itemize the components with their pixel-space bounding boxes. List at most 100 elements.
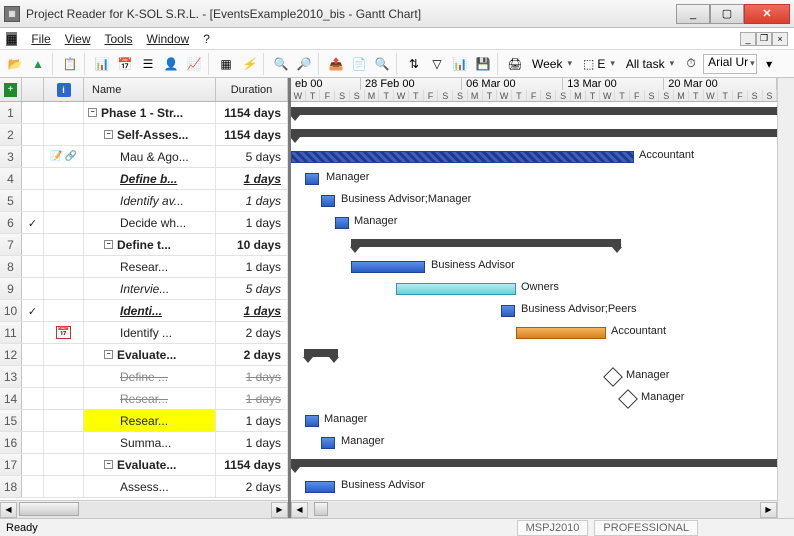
gantt-bar[interactable]	[305, 481, 335, 493]
row-check[interactable]	[22, 146, 44, 167]
task-name[interactable]: Decide wh...	[84, 212, 216, 233]
calendar-view-icon[interactable]: 📅	[114, 53, 136, 75]
task-name[interactable]: Resear...	[84, 388, 216, 409]
row-check[interactable]	[22, 388, 44, 409]
task-name[interactable]: −Define t...	[84, 234, 216, 255]
font-combobox[interactable]: Arial Ur	[703, 54, 757, 74]
gantt-vscroll[interactable]	[777, 78, 794, 518]
task-name[interactable]: −Evaluate...	[84, 344, 216, 365]
row-check[interactable]	[22, 344, 44, 365]
table-row[interactable]: 6Decide wh...1 days	[0, 212, 288, 234]
close-button[interactable]: ✕	[744, 4, 790, 24]
table-row[interactable]: 2−Self-Asses...1154 days	[0, 124, 288, 146]
table-row[interactable]: 8Resear...1 days	[0, 256, 288, 278]
row-check[interactable]	[22, 168, 44, 189]
zoom-out-icon[interactable]: 🔎	[293, 53, 315, 75]
outline-toggle-icon[interactable]: −	[104, 350, 113, 359]
copy-icon[interactable]: 📋	[59, 53, 81, 75]
table-row[interactable]: 1−Phase 1 - Str...1154 days	[0, 102, 288, 124]
gantt-body[interactable]: AccountantManagerBusiness Advisor;Manage…	[291, 102, 777, 500]
outline-toggle-icon[interactable]: −	[104, 130, 113, 139]
tracking-icon[interactable]: ⏱	[680, 53, 702, 75]
gantt-scroll-left-icon[interactable]: ◀	[291, 502, 308, 518]
gantt-bar[interactable]	[305, 415, 319, 427]
row-check[interactable]	[22, 410, 44, 431]
row-check[interactable]	[22, 190, 44, 211]
row-check[interactable]	[22, 300, 44, 321]
menu-tools[interactable]: Tools	[104, 32, 132, 46]
col-indicators[interactable]: i	[44, 78, 84, 101]
task-name[interactable]: −Phase 1 - Str...	[84, 102, 216, 123]
row-check[interactable]	[22, 366, 44, 387]
gantt-chart-icon[interactable]: 📊	[91, 53, 113, 75]
timescale-dropdown[interactable]: Week	[527, 53, 577, 75]
minimize-button[interactable]: _	[676, 4, 710, 24]
gantt-bar[interactable]	[291, 151, 634, 163]
row-check[interactable]	[22, 234, 44, 255]
export-icon[interactable]: 📤	[325, 53, 347, 75]
row-check[interactable]	[22, 454, 44, 475]
table-row[interactable]: 12−Evaluate...2 days	[0, 344, 288, 366]
maximize-button[interactable]: ▢	[710, 4, 744, 24]
open-icon[interactable]: 📂	[4, 53, 26, 75]
task-name[interactable]: Mau & Ago...	[84, 146, 216, 167]
task-name[interactable]: Identi...	[84, 300, 216, 321]
gantt-hscroll[interactable]: ◀ ▶	[291, 500, 777, 518]
task-name[interactable]: Identify ...	[84, 322, 216, 343]
gantt-bar[interactable]	[351, 261, 425, 273]
system-menu-icon[interactable]: ▦	[6, 32, 17, 46]
table-row[interactable]: 7−Define t...10 days	[0, 234, 288, 256]
table-row[interactable]: 18Assess...2 days	[0, 476, 288, 498]
task-name[interactable]: Define b...	[84, 168, 216, 189]
task-name[interactable]: Assess...	[84, 476, 216, 497]
gantt-bar[interactable]	[291, 107, 777, 115]
gantt-bar[interactable]	[321, 195, 335, 207]
row-check[interactable]	[22, 256, 44, 277]
row-check[interactable]	[22, 124, 44, 145]
gantt-scroll-right-icon[interactable]: ▶	[760, 502, 777, 518]
col-select[interactable]: +	[0, 78, 22, 101]
task-name[interactable]: −Evaluate...	[84, 454, 216, 475]
row-check[interactable]	[22, 102, 44, 123]
filter-icon[interactable]: ⚡	[238, 53, 260, 75]
task-usage-icon[interactable]: ☰	[137, 53, 159, 75]
task-name[interactable]: Intervie...	[84, 278, 216, 299]
export-dropdown[interactable]: ⬚E	[578, 53, 620, 75]
search-icon[interactable]: 🔍	[371, 53, 393, 75]
outline-toggle-icon[interactable]: −	[88, 108, 97, 117]
row-check[interactable]	[22, 476, 44, 497]
table-row[interactable]: 5Identify av...1 days	[0, 190, 288, 212]
table-row[interactable]: 9Intervie...5 days	[0, 278, 288, 300]
task-name[interactable]: −Self-Asses...	[84, 124, 216, 145]
table-row[interactable]: 17−Evaluate...1154 days	[0, 454, 288, 476]
table-hscroll[interactable]: ◀ ▶	[0, 500, 288, 518]
col-duration[interactable]: Duration	[216, 78, 288, 101]
table-row[interactable]: 10Identi...1 days	[0, 300, 288, 322]
resource-usage-icon[interactable]: 👤	[160, 53, 182, 75]
gantt-bar[interactable]	[516, 327, 606, 339]
menu-window[interactable]: Window	[147, 32, 190, 46]
zoom-in-icon[interactable]: 🔍	[270, 53, 292, 75]
gantt-bar[interactable]	[305, 173, 319, 185]
font-dropdown-icon[interactable]: ▾	[758, 53, 780, 75]
save-as-icon[interactable]: 💾	[472, 53, 494, 75]
table-icon[interactable]: ▦	[215, 53, 237, 75]
table-row[interactable]: 16Summa...1 days	[0, 432, 288, 454]
row-check[interactable]	[22, 432, 44, 453]
table-row[interactable]: 13Define ...1 days	[0, 366, 288, 388]
print-icon[interactable]: 🖨	[504, 53, 526, 75]
gantt-bar[interactable]	[351, 239, 621, 247]
gantt-bar[interactable]	[396, 283, 516, 295]
col-check[interactable]	[22, 78, 44, 101]
filter-tasks-dropdown[interactable]: All task	[621, 53, 679, 75]
task-name[interactable]: Identify av...	[84, 190, 216, 211]
mdi-close-button[interactable]: ×	[772, 32, 788, 46]
sort-icon[interactable]: ⇅	[403, 53, 425, 75]
gantt-bar[interactable]	[603, 367, 623, 387]
table-row[interactable]: 11📅Identify ...2 days	[0, 322, 288, 344]
task-name[interactable]: Resear...	[84, 256, 216, 277]
row-check[interactable]	[22, 322, 44, 343]
task-name[interactable]: Summa...	[84, 432, 216, 453]
gantt-bar[interactable]	[321, 437, 335, 449]
gantt-bar[interactable]	[291, 459, 777, 467]
